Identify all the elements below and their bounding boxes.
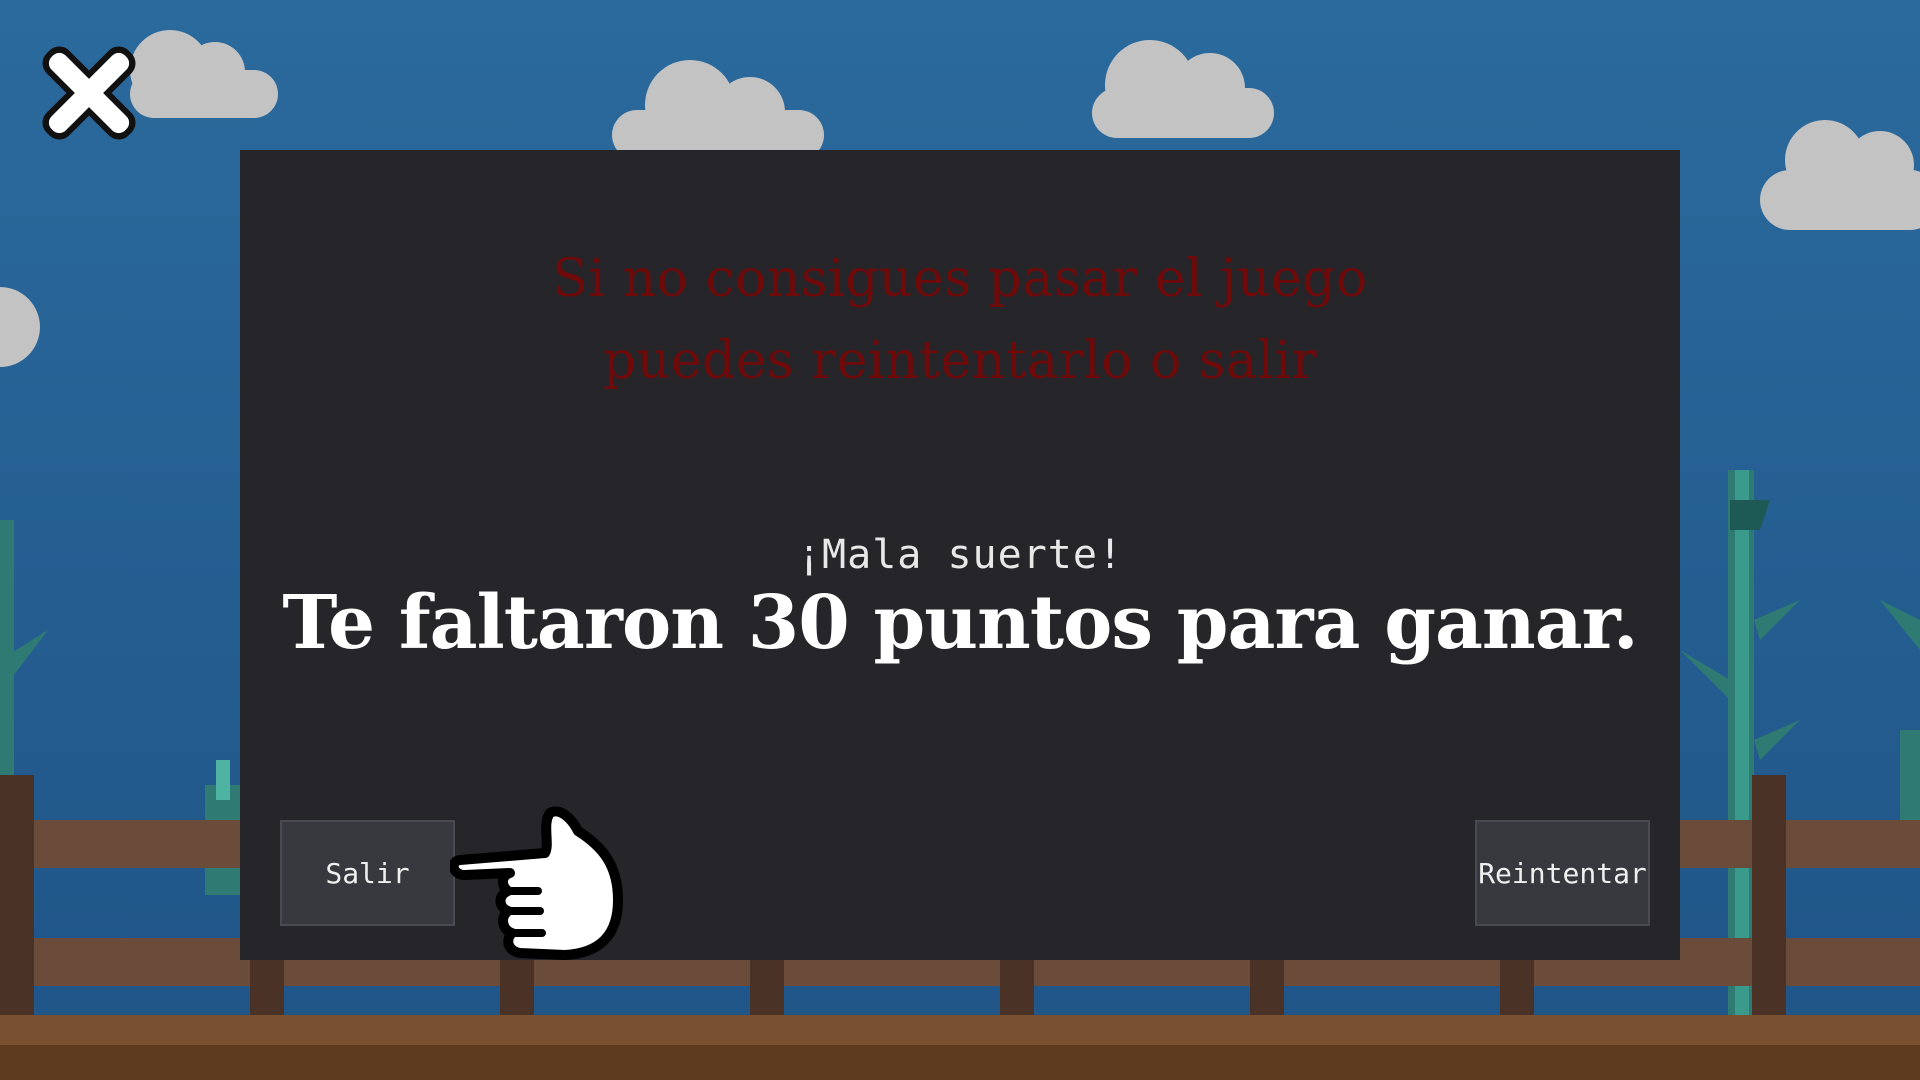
hint-line-1: Si no consigues pasar el juego — [552, 249, 1368, 309]
retry-button[interactable]: Reintentar — [1475, 820, 1650, 926]
hint-text: Si no consigues pasar el juego puedes re… — [240, 238, 1680, 402]
ground — [0, 1015, 1920, 1080]
pointing-hand-icon — [450, 806, 623, 960]
bad-luck-subtitle: ¡Mala suerte! — [796, 532, 1124, 578]
hint-line-2: puedes reintentarlo o salir — [602, 331, 1318, 391]
exit-button[interactable]: Salir — [280, 820, 455, 926]
close-icon[interactable] — [26, 30, 152, 156]
result-message: Te faltaron 30 puntos para ganar. — [282, 580, 1638, 666]
